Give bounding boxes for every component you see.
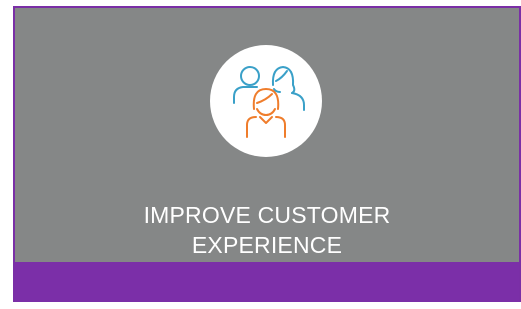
footer-accent-bar bbox=[15, 262, 519, 302]
feature-card[interactable]: IMPROVE CUSTOMER EXPERIENCE bbox=[13, 6, 521, 302]
card-title-line-1: IMPROVE CUSTOMER bbox=[143, 202, 391, 228]
card-title-line-2: EXPERIENCE bbox=[191, 232, 343, 258]
card-title: IMPROVE CUSTOMER EXPERIENCE bbox=[15, 200, 519, 260]
customer-group-icon bbox=[233, 66, 305, 138]
icon-badge bbox=[210, 45, 322, 157]
